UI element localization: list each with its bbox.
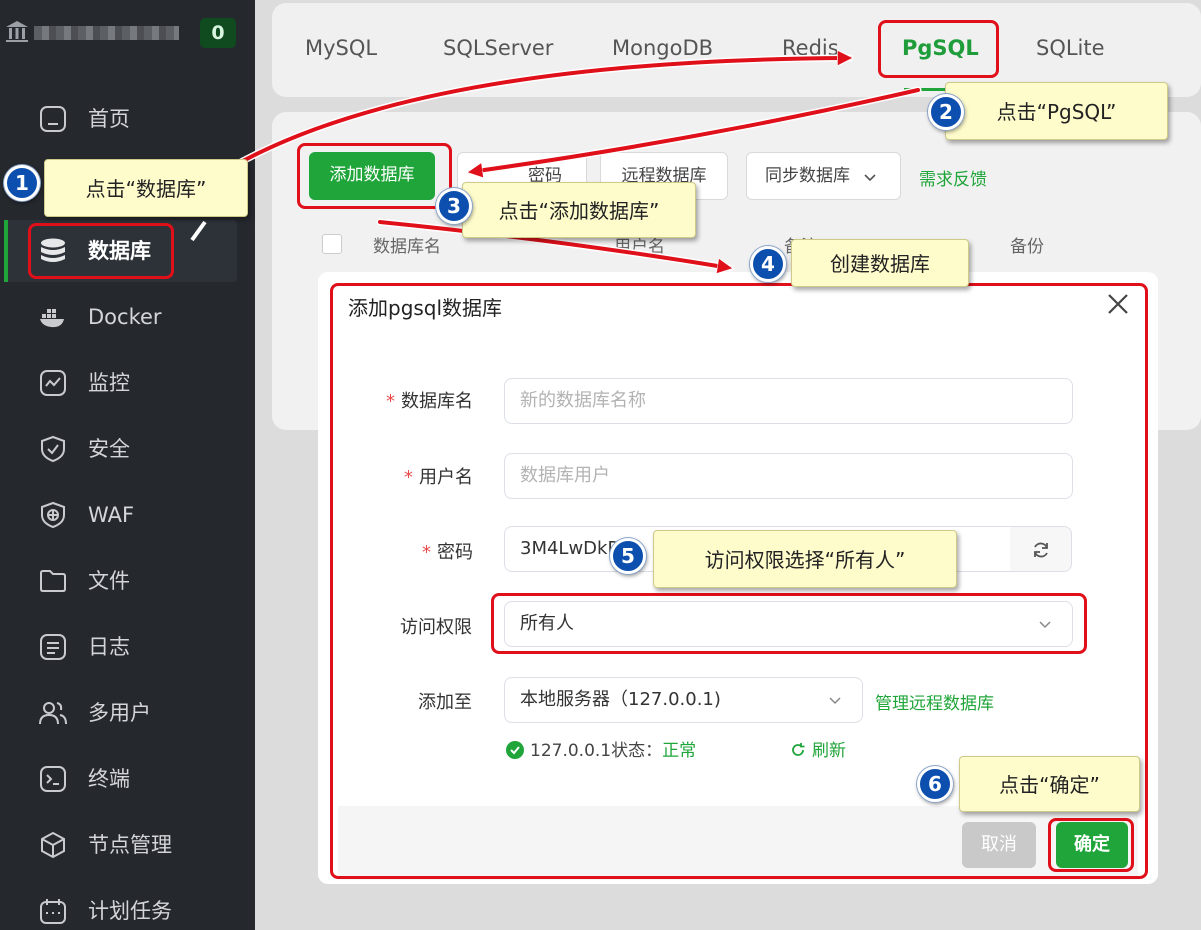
db-name-input[interactable]: 新的数据库名称 bbox=[504, 378, 1073, 424]
step4-badge: 4 bbox=[750, 246, 786, 282]
db-name-label: * 数据库名 bbox=[386, 391, 473, 412]
sidebar-item-database[interactable]: 数据库 bbox=[0, 220, 255, 280]
add-database-button[interactable]: 添加数据库 bbox=[309, 152, 435, 200]
tab-mysql[interactable]: MySQL bbox=[305, 36, 377, 60]
server-status: 127.0.0.1状态：正常 bbox=[506, 736, 696, 761]
refresh-label: 刷新 bbox=[812, 741, 846, 761]
message-count-badge[interactable]: 0 bbox=[200, 18, 236, 48]
step1-tooltip: 点击“数据库” bbox=[44, 159, 248, 217]
sidebar-item-waf[interactable]: WAF bbox=[0, 484, 255, 544]
access-select[interactable]: 所有人 bbox=[504, 601, 1073, 647]
shield-icon bbox=[41, 435, 65, 463]
brand: 0 bbox=[0, 14, 255, 54]
status-value: 正常 bbox=[662, 741, 697, 761]
sidebar-item-terminal[interactable]: 终端 bbox=[0, 748, 255, 808]
regenerate-password-button[interactable] bbox=[1010, 526, 1072, 572]
home-icon bbox=[40, 106, 66, 132]
access-label: 访问权限 bbox=[400, 617, 472, 638]
cancel-button[interactable]: 取消 bbox=[962, 822, 1036, 868]
status-prefix: 127.0.0.1状态： bbox=[530, 741, 663, 761]
waf-icon bbox=[41, 501, 65, 529]
blurred-server-name bbox=[34, 26, 179, 40]
password-label: * 密码 bbox=[422, 542, 473, 563]
chevron-down-icon bbox=[1039, 621, 1051, 629]
sync-database-label: 同步数据库 bbox=[765, 166, 850, 186]
sidebar-item-security[interactable]: 安全 bbox=[0, 418, 255, 478]
refresh-icon bbox=[792, 743, 805, 756]
sidebar: 0 首页 数据库 Docker 监控 安全 WAF 文件 日志 多用户 终端 节… bbox=[0, 0, 255, 930]
sidebar-item-docker[interactable]: Docker bbox=[0, 286, 255, 346]
sidebar-item-label: 安全 bbox=[88, 437, 130, 461]
step5-tooltip: 访问权限选择“所有人” bbox=[653, 530, 957, 588]
sidebar-item-label: 节点管理 bbox=[88, 833, 172, 857]
chevron-down-icon bbox=[864, 174, 876, 182]
docker-icon bbox=[40, 309, 64, 328]
select-all-checkbox[interactable] bbox=[322, 234, 342, 254]
chevron-down-icon bbox=[829, 697, 841, 705]
tab-sqlserver[interactable]: SQLServer bbox=[443, 36, 553, 60]
column-header-backup: 备份 bbox=[1010, 237, 1044, 257]
refresh-status-link[interactable]: 刷新 bbox=[790, 736, 846, 761]
manage-remote-db-link[interactable]: 管理远程数据库 bbox=[875, 689, 994, 714]
sidebar-item-label: 首页 bbox=[88, 107, 130, 131]
tab-redis[interactable]: Redis bbox=[782, 36, 839, 60]
column-header-db-name[interactable]: 数据库名 bbox=[373, 232, 441, 257]
folder-icon bbox=[40, 570, 66, 592]
sidebar-item-label: 日志 bbox=[88, 635, 130, 659]
step3-badge: 3 bbox=[436, 188, 472, 224]
step2-badge: 2 bbox=[928, 94, 964, 130]
refresh-icon bbox=[1034, 542, 1048, 558]
database-icon bbox=[41, 238, 65, 262]
sidebar-item-label: 计划任务 bbox=[88, 899, 172, 923]
server-select[interactable]: 本地服务器（127.0.0.1) bbox=[504, 677, 863, 723]
username-label: * 用户名 bbox=[404, 467, 473, 488]
users-icon bbox=[39, 702, 67, 725]
terminal-icon bbox=[40, 766, 66, 792]
log-icon bbox=[40, 634, 66, 660]
check-circle-icon bbox=[506, 741, 524, 759]
sidebar-item-home[interactable]: 首页 bbox=[0, 88, 255, 148]
confirm-button[interactable]: 确定 bbox=[1056, 822, 1128, 868]
step5-badge: 5 bbox=[610, 538, 646, 574]
access-select-value: 所有人 bbox=[520, 613, 574, 634]
server-select-value: 本地服务器（127.0.0.1) bbox=[520, 689, 721, 710]
tab-sqlite[interactable]: SQLite bbox=[1036, 36, 1105, 60]
sidebar-item-label: WAF bbox=[88, 503, 135, 527]
sidebar-item-label: 多用户 bbox=[88, 701, 151, 725]
close-icon[interactable] bbox=[1104, 290, 1132, 318]
sidebar-item-nodes[interactable]: 节点管理 bbox=[0, 814, 255, 874]
monitor-icon bbox=[40, 370, 66, 396]
step1-badge: 1 bbox=[4, 165, 40, 201]
sidebar-item-users[interactable]: 多用户 bbox=[0, 682, 255, 742]
feedback-link[interactable]: 需求反馈 bbox=[919, 165, 987, 190]
sidebar-item-label: Docker bbox=[88, 305, 162, 329]
sync-database-dropdown[interactable]: 同步数据库 bbox=[746, 152, 901, 200]
sidebar-item-logs[interactable]: 日志 bbox=[0, 616, 255, 676]
sidebar-item-monitor[interactable]: 监控 bbox=[0, 352, 255, 412]
add-to-label: 添加至 bbox=[418, 692, 472, 713]
tab-mongodb[interactable]: MongoDB bbox=[612, 36, 713, 60]
step6-tooltip: 点击“确定” bbox=[959, 756, 1140, 812]
step6-badge: 6 bbox=[917, 766, 953, 802]
sidebar-item-label: 监控 bbox=[88, 371, 130, 395]
calendar-icon bbox=[40, 899, 66, 924]
node-icon bbox=[41, 831, 65, 859]
dialog-title: 添加pgsql数据库 bbox=[348, 296, 503, 320]
sidebar-item-label: 数据库 bbox=[88, 239, 151, 263]
step3-tooltip: 点击“添加数据库” bbox=[462, 182, 696, 238]
step4-tooltip: 创建数据库 bbox=[791, 239, 969, 287]
sidebar-item-cron[interactable]: 计划任务 bbox=[0, 880, 255, 930]
logo-icon bbox=[6, 21, 28, 42]
username-input[interactable]: 数据库用户 bbox=[504, 453, 1073, 499]
tab-pgsql[interactable]: PgSQL bbox=[902, 36, 979, 60]
sidebar-item-label: 终端 bbox=[88, 767, 130, 791]
sidebar-item-files[interactable]: 文件 bbox=[0, 550, 255, 610]
sidebar-item-label: 文件 bbox=[88, 569, 130, 593]
step2-tooltip: 点击“PgSQL” bbox=[945, 82, 1168, 140]
